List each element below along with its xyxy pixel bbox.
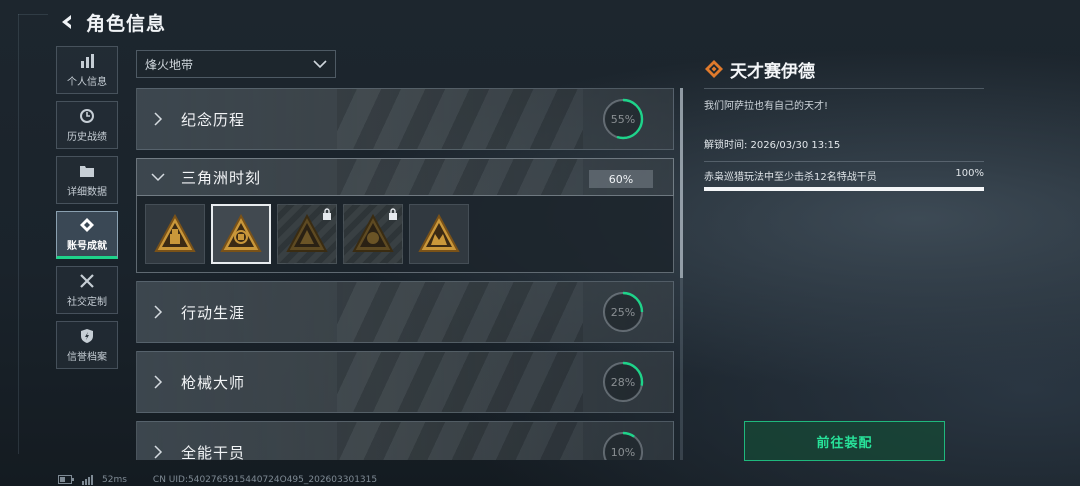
chevron-right-icon [151,445,165,459]
sidebar-item-label: 详细数据 [67,187,107,198]
requirement-row: 赤枭巡猎玩法中至少击杀12名特战干员 100% [704,168,984,183]
sidebar: 个人信息 历史战绩 详细数据 账号成就 社交定制 信誉档案 [56,46,118,376]
sidebar-item-label: 社交定制 [67,297,107,308]
detail-header: 天才赛伊德 [704,56,984,82]
back-button[interactable] [56,11,78,33]
chevron-right-icon [151,112,165,126]
category-name: 纪念历程 [181,110,246,129]
mode-select-value: 烽火地带 [145,57,194,72]
sidebar-item-label: 历史战绩 [67,132,107,143]
chevron-right-icon [151,305,165,319]
category-name: 行动生涯 [181,303,246,322]
frame-line-top [18,14,19,454]
sidebar-item-social[interactable]: 社交定制 [56,266,118,314]
badge-slot-selected[interactable] [211,204,271,264]
sidebar-item-personal-info[interactable]: 个人信息 [56,46,118,94]
achievement-icon [78,216,96,234]
sidebar-item-label: 账号成就 [67,241,107,252]
folder-icon [78,162,96,180]
achievement-badge-icon [352,214,394,252]
header: 角色信息 [56,8,166,36]
category-row-delta-moments[interactable]: 三角洲时刻 60% [136,158,674,196]
requirement-progress-bar [704,187,984,191]
go-equip-button[interactable]: 前往装配 [744,421,945,461]
tools-icon [78,272,96,290]
category-row-all-round[interactable]: 全能干员 10% [136,421,674,460]
progress-ring [602,98,644,140]
sidebar-item-label: 信誉档案 [67,352,107,363]
badge-slot-locked[interactable] [277,204,337,264]
divider [704,161,984,162]
category-percent: 60% [589,170,653,188]
detail-title: 天才赛伊德 [730,61,815,82]
page-title: 角色信息 [86,12,167,35]
achievement-badge-icon [418,214,460,252]
diamond-icon [705,60,723,78]
category-name: 三角洲时刻 [181,168,262,187]
category-row-memorial[interactable]: 纪念历程 55% [136,88,674,150]
sidebar-item-label: 个人信息 [67,77,107,88]
mode-select[interactable]: 烽火地带 [136,50,336,78]
shield-icon [78,327,96,345]
sidebar-item-history[interactable]: 历史战绩 [56,101,118,149]
clock-icon [78,107,96,125]
achievement-badge-icon [286,214,328,252]
chevron-down-icon [151,170,165,184]
achievement-badge-icon [220,214,262,252]
progress-ring [602,431,644,460]
list-scrollbar[interactable] [680,88,683,460]
achievement-category-list: 纪念历程 55% 三角洲时刻 60% [136,88,676,460]
lock-icon [389,208,397,220]
requirement-progress-fill [704,187,984,191]
divider [704,88,984,89]
category-name: 枪械大师 [181,373,246,392]
category-name: 全能干员 [181,443,246,461]
achievement-detail: 天才赛伊德 我们阿萨拉也有自己的天才! 解锁时间: 2026/03/30 13:… [704,56,984,191]
back-arrow-icon [62,15,71,29]
badge-slot-locked[interactable] [343,204,403,264]
category-row-career[interactable]: 行动生涯 25% [136,281,674,343]
lock-icon [323,208,331,220]
progress-ring [602,361,644,403]
frame-line-left [18,14,48,15]
sidebar-item-credit[interactable]: 信誉档案 [56,321,118,369]
uid-text: CN UID:5402765915440724O495_202603301315 [152,474,378,485]
detail-description: 我们阿萨拉也有自己的天才! [704,101,829,112]
bar-chart-icon [78,52,96,70]
ping-text: 52ms [102,474,127,485]
badge-slot[interactable] [409,204,469,264]
chevron-right-icon [151,375,165,389]
status-bar: 52ms CN UID:5402765915440724O495_2026033… [58,473,377,486]
sidebar-item-details[interactable]: 详细数据 [56,156,118,204]
achievement-badge-icon [154,214,196,252]
chevron-down-icon [313,60,327,69]
category-row-gun-master[interactable]: 枪械大师 28% [136,351,674,413]
badge-panel [136,196,674,273]
badge-slot[interactable] [145,204,205,264]
battery-icon [58,475,74,484]
signal-icon [82,474,93,485]
requirement-text: 赤枭巡猎玩法中至少击杀12名特战干员 [704,172,877,183]
requirement-percent: 100% [955,168,984,179]
list-scrollbar-thumb[interactable] [680,88,683,278]
sidebar-item-achievements[interactable]: 账号成就 [56,211,118,259]
progress-ring [602,291,644,333]
unlock-time: 解锁时间: 2026/03/30 13:15 [704,140,841,151]
